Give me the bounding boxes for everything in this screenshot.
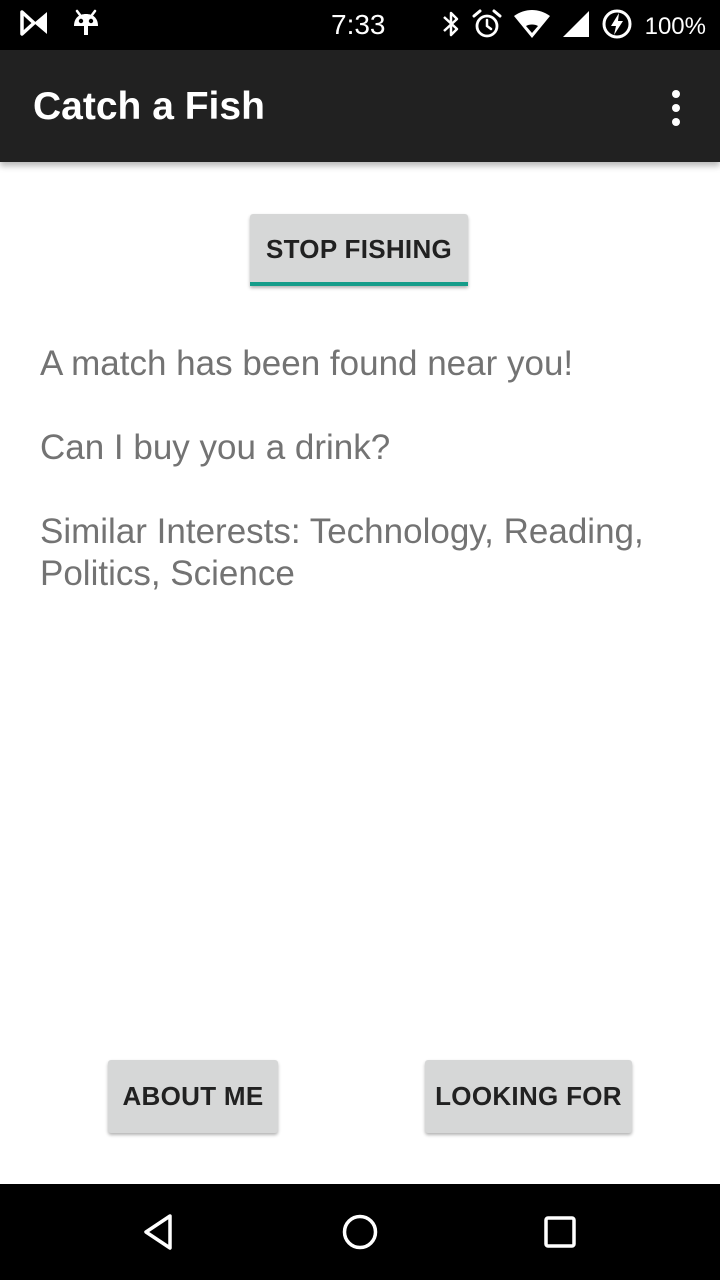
android-robot-icon — [72, 8, 100, 43]
navigation-bar — [0, 1184, 720, 1280]
looking-for-button[interactable]: LOOKING FOR — [425, 1060, 632, 1133]
overflow-menu-icon[interactable] — [658, 86, 694, 130]
app-bar: Catch a Fish — [0, 50, 720, 162]
about-me-button[interactable]: ABOUT ME — [108, 1060, 278, 1133]
status-bar: 7:33 100% — [0, 0, 720, 50]
battery-charging-icon — [601, 8, 633, 45]
similar-interests-text: Similar Interests: Technology, Reading, … — [40, 512, 644, 593]
stop-fishing-button[interactable]: STOP FISHING — [250, 214, 468, 286]
app-title: Catch a Fish — [33, 85, 265, 128]
recents-icon[interactable] — [536, 1208, 584, 1256]
bluetooth-icon — [441, 9, 461, 44]
alarm-icon — [471, 8, 503, 45]
drink-message: Can I buy you a drink? — [40, 428, 391, 467]
media-notification-icon — [20, 9, 50, 42]
back-icon[interactable] — [136, 1208, 184, 1256]
wifi-icon — [513, 9, 551, 44]
home-icon[interactable] — [336, 1208, 384, 1256]
match-message: A match has been found near you! — [40, 344, 574, 383]
clock-time: 7:33 — [331, 9, 386, 40]
cell-signal-icon — [561, 9, 591, 44]
battery-percent: 100% — [644, 12, 706, 40]
